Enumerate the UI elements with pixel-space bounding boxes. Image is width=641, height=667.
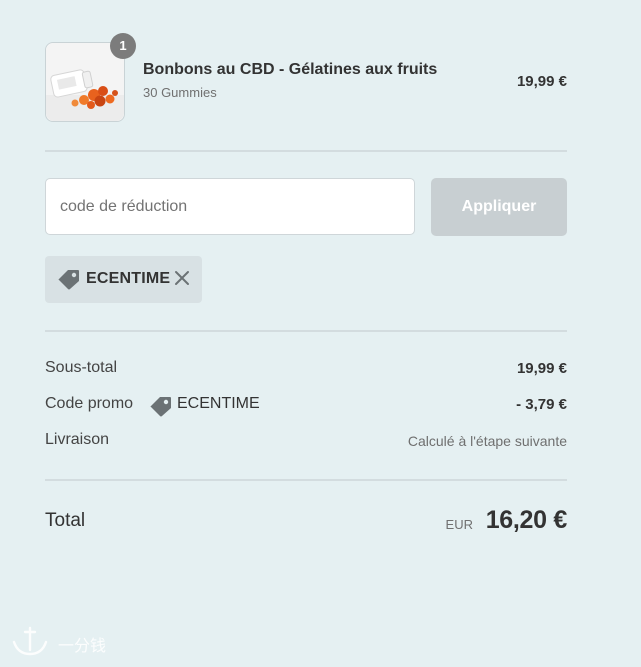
subtotal-label: Sous-total (45, 359, 118, 376)
watermark-logo (12, 626, 48, 656)
product-variant: 30 Gummies (143, 85, 217, 100)
divider (45, 479, 567, 481)
apply-discount-button[interactable]: Appliquer (431, 178, 567, 236)
promo-label: Code promo (45, 395, 134, 412)
remove-discount-button[interactable] (171, 267, 193, 289)
subtotal-row: Sous-total 19,99 € (45, 359, 567, 383)
close-icon (175, 271, 189, 285)
promo-value: - 3,79 € (516, 396, 567, 413)
promo-row: Code promo ECENTIME - 3,79 € (45, 395, 567, 419)
total-value: 16,20 € (485, 506, 568, 534)
tag-icon (57, 268, 81, 295)
shipping-value: Calculé à l'étape suivante (407, 433, 567, 449)
promo-code: ECENTIME (177, 395, 260, 412)
watermark: 一分钱 (10, 624, 106, 658)
gummies-image (46, 43, 124, 121)
watermark-text: 一分钱 (58, 638, 107, 655)
applied-discount-code: ECENTIME (86, 270, 171, 287)
product-thumbnail: 1 (45, 33, 136, 122)
quantity-badge: 1 (110, 33, 136, 59)
product-price: 19,99 € (516, 73, 567, 90)
shipping-row: Livraison Calculé à l'étape suivante (45, 431, 567, 455)
cart-line-item: 1 Bonbons au CBD - Gélatines aux fruits … (45, 33, 567, 122)
subtotal-value: 19,99 € (516, 360, 567, 377)
total-currency: EUR (445, 517, 473, 532)
shipping-label: Livraison (45, 431, 110, 448)
total-label: Total (45, 510, 86, 531)
tag-icon (149, 395, 173, 422)
divider (45, 150, 567, 152)
discount-code-input[interactable] (45, 178, 415, 235)
total-row: Total EUR 16,20 € (45, 505, 567, 541)
divider (45, 330, 567, 332)
applied-discount-tag: ECENTIME (45, 256, 202, 303)
product-name: Bonbons au CBD - Gélatines aux fruits (143, 61, 438, 78)
